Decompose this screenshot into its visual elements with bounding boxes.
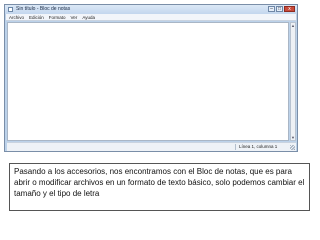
scroll-down-icon[interactable]: ▼ xyxy=(291,135,295,140)
minimize-button[interactable]: – xyxy=(268,6,275,12)
menu-ayuda[interactable]: Ayuda xyxy=(82,14,95,20)
close-button[interactable]: x xyxy=(284,6,295,12)
menu-bar: Archivo Edición Formato Ver Ayuda xyxy=(6,14,296,21)
menu-archivo[interactable]: Archivo xyxy=(9,14,24,20)
status-divider xyxy=(235,144,236,150)
window-controls: – □ x xyxy=(268,6,295,13)
caption-text: Pasando a los accesorios, nos encontramo… xyxy=(14,167,305,198)
text-editor-area[interactable] xyxy=(7,22,289,141)
menu-edicion[interactable]: Edición xyxy=(29,14,44,20)
caption-box: Pasando a los accesorios, nos encontramo… xyxy=(9,163,310,211)
title-bar[interactable]: Sin título - Bloc de notas – □ x xyxy=(5,5,297,14)
cursor-position: Línea 1, columna 1 xyxy=(239,144,278,149)
notepad-window: Sin título - Bloc de notas – □ x Archivo… xyxy=(4,4,298,152)
menu-formato[interactable]: Formato xyxy=(49,14,66,20)
vertical-scrollbar[interactable]: ▲ ▼ xyxy=(290,22,296,141)
notepad-app-icon xyxy=(8,7,13,12)
scroll-up-icon[interactable]: ▲ xyxy=(291,23,295,28)
window-title: Sin título - Bloc de notas xyxy=(16,6,71,12)
maximize-button[interactable]: □ xyxy=(276,6,283,12)
resize-grip-icon[interactable] xyxy=(290,145,295,150)
menu-ver[interactable]: Ver xyxy=(71,14,78,20)
status-bar: Línea 1, columna 1 xyxy=(7,142,296,151)
